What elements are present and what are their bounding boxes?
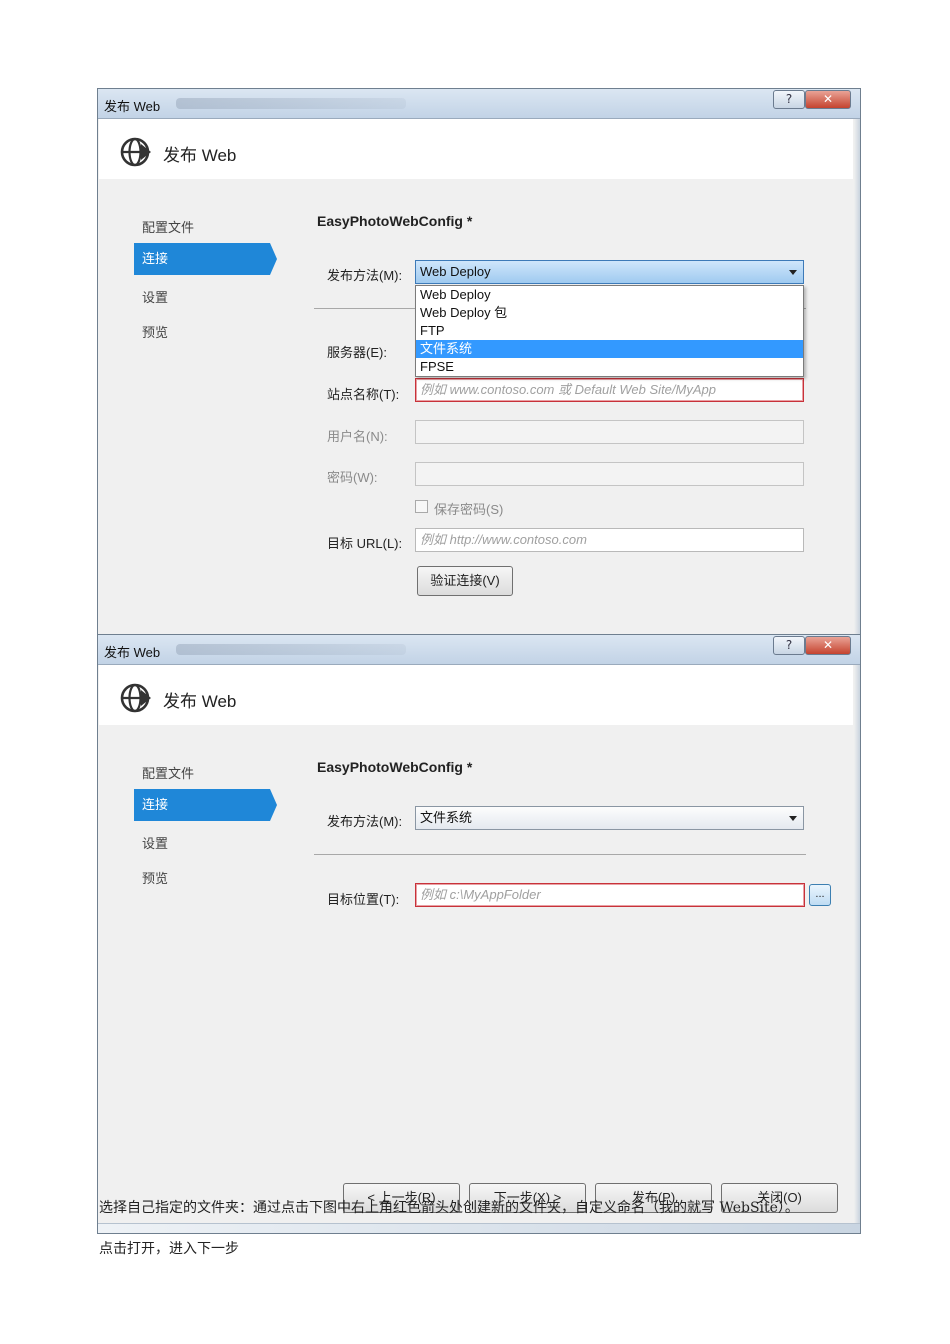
target-url-label: 目标 URL(L):: [327, 536, 403, 551]
header-title: 发布 Web: [163, 692, 237, 711]
site-name-label: 站点名称(T):: [327, 387, 400, 402]
nav-item-preview[interactable]: 预览: [142, 322, 168, 341]
globe-icon: [120, 683, 151, 713]
close-window-button[interactable]: ✕: [805, 636, 851, 655]
help-button[interactable]: ?: [773, 90, 805, 109]
header-title: 发布 Web: [163, 146, 237, 165]
password-label: 密码(W):: [327, 470, 378, 485]
target-location-input[interactable]: 例如 c:\MyAppFolder: [415, 883, 805, 907]
target-location-label: 目标位置(T):: [327, 892, 400, 907]
separator: [314, 854, 806, 855]
nav-item-profile[interactable]: 配置文件: [142, 763, 194, 782]
blurred-title-text: [176, 98, 406, 109]
publish-method-label: 发布方法(M):: [327, 268, 403, 283]
username-input[interactable]: [415, 420, 804, 444]
window-title: 发布 Web: [104, 645, 161, 660]
dialog-header: 发布 Web: [99, 119, 853, 179]
caption-next-step: 点击打开，进入下一步: [99, 1241, 239, 1257]
profile-name: EasyPhotoWebConfig *: [317, 213, 473, 229]
dropdown-arrow-icon: [789, 270, 797, 275]
window-title: 发布 Web: [104, 99, 161, 114]
target-url-input[interactable]: 例如 http://www.contoso.com: [415, 528, 804, 552]
publish-web-dialog-file-system: 发布 Web ? ✕ 发布 Web 配置文件 连接 设置 预览 EasyPhot…: [97, 634, 861, 1234]
blurred-title-text: [176, 644, 406, 655]
title-bar: 发布 Web ? ✕: [98, 635, 860, 665]
publish-method-dropdown-list: Web Deploy Web Deploy 包 FTP 文件系统 FPSE: [415, 285, 804, 377]
profile-name: EasyPhotoWebConfig *: [317, 759, 473, 775]
publish-method-select[interactable]: Web Deploy: [415, 260, 804, 284]
nav-item-connection[interactable]: 连接: [134, 243, 277, 275]
dropdown-option-file-system[interactable]: 文件系统: [416, 340, 803, 358]
help-button[interactable]: ?: [773, 636, 805, 655]
save-password-checkbox[interactable]: [415, 500, 428, 513]
publish-method-select[interactable]: 文件系统: [415, 806, 804, 830]
publish-web-dialog-connection: 发布 Web ? ✕ 发布 Web 配置文件 连接 设置 预览 EasyPhot…: [97, 88, 861, 636]
dropdown-option-web-deploy-package[interactable]: Web Deploy 包: [416, 304, 803, 322]
publish-method-label: 发布方法(M):: [327, 814, 403, 829]
save-password-label: 保存密码(S): [434, 502, 504, 517]
validate-connection-button[interactable]: 验证连接(V): [417, 566, 513, 596]
nav-item-profile[interactable]: 配置文件: [142, 217, 194, 236]
window-edge: [854, 665, 860, 1233]
title-bar: 发布 Web ? ✕: [98, 89, 860, 119]
username-label: 用户名(N):: [327, 429, 388, 444]
publish-method-value: Web Deploy: [420, 264, 491, 279]
nav-item-settings[interactable]: 设置: [142, 287, 168, 306]
dropdown-option-ftp[interactable]: FTP: [416, 322, 803, 340]
caption-instruction: 选择自己指定的文件夹：通过点击下图中右上角红色箭头处创建新的文件夹，自定义命名（…: [99, 1200, 799, 1216]
dropdown-arrow-icon: [789, 816, 797, 821]
publish-method-value: 文件系统: [420, 810, 473, 825]
close-window-button[interactable]: ✕: [805, 90, 851, 109]
nav-item-connection[interactable]: 连接: [134, 789, 277, 821]
server-label: 服务器(E):: [327, 345, 387, 360]
status-strip: [98, 1223, 860, 1233]
site-name-input[interactable]: 例如 www.contoso.com 或 Default Web Site/My…: [415, 378, 804, 402]
dropdown-option-fpse[interactable]: FPSE: [416, 358, 803, 376]
window-edge: [854, 119, 860, 635]
browse-folder-button[interactable]: ...: [809, 884, 831, 906]
nav-item-preview[interactable]: 预览: [142, 868, 168, 887]
dialog-header: 发布 Web: [99, 665, 853, 725]
nav-item-settings[interactable]: 设置: [142, 833, 168, 852]
dropdown-option-web-deploy[interactable]: Web Deploy: [416, 286, 803, 304]
globe-icon: [120, 137, 151, 167]
password-input[interactable]: [415, 462, 804, 486]
